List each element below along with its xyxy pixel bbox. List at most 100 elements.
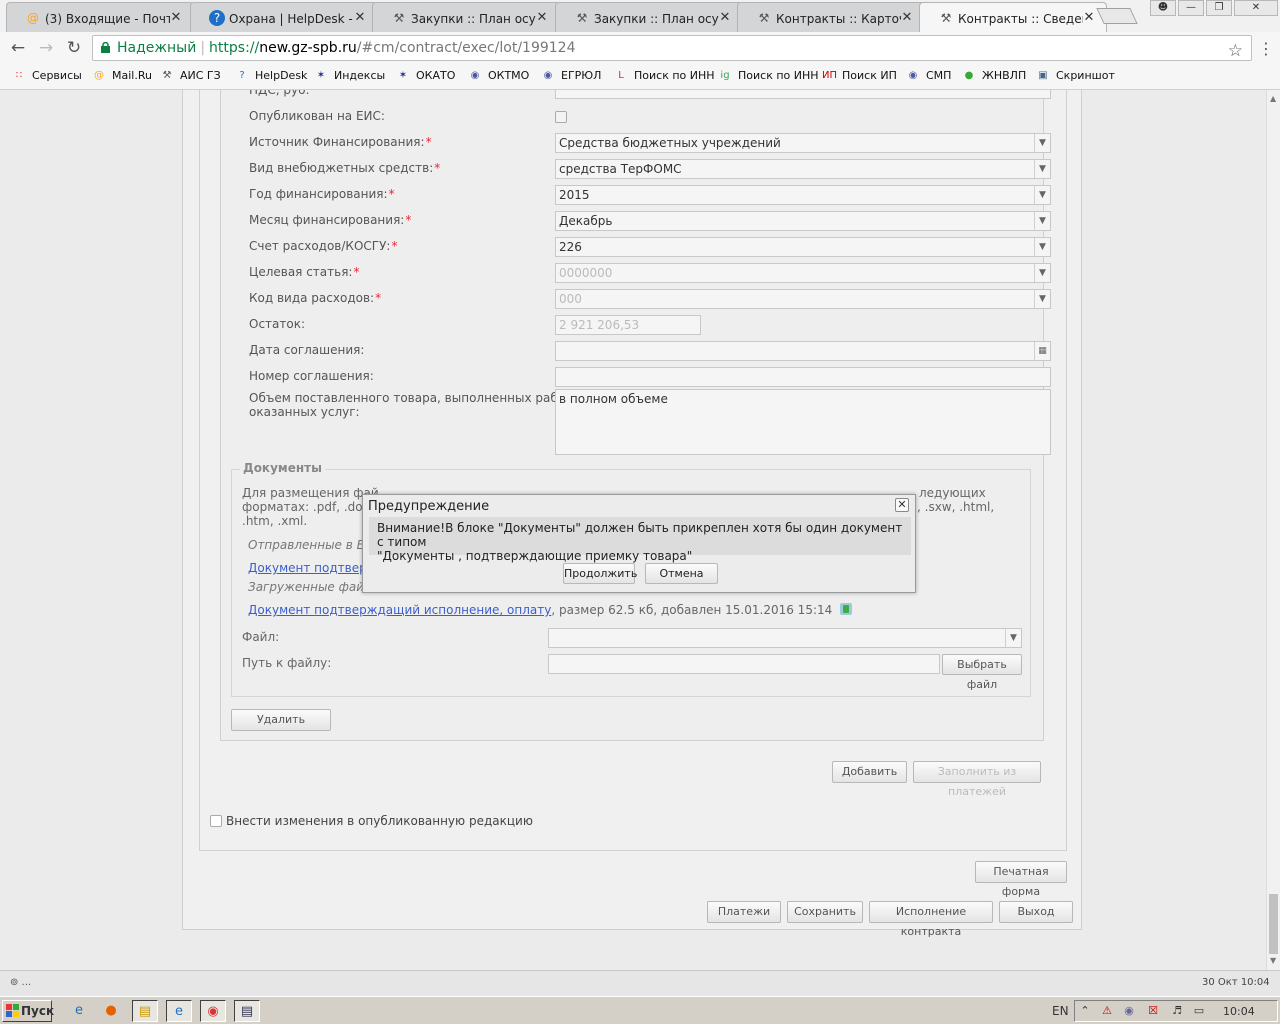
tab-close-icon[interactable]: ✕	[169, 11, 183, 25]
amend-checkbox[interactable]	[210, 815, 222, 827]
select-field[interactable]: 226 ▼	[555, 237, 1051, 257]
start-button[interactable]: Пуск	[2, 1000, 54, 1022]
browser-tab[interactable]: ⚒ Контракты :: Карточка контракта✕	[737, 2, 925, 32]
new-tab-button[interactable]	[1096, 8, 1138, 24]
bookmark-item[interactable]: ◉ ЕГРЮЛ	[541, 69, 602, 82]
tab-close-icon[interactable]: ✕	[353, 11, 367, 25]
bookmark-label: Индексы	[334, 69, 386, 82]
notepad-window-icon[interactable]: ▤	[234, 1000, 260, 1022]
date-field[interactable]: ▦	[555, 341, 1051, 361]
reload-icon[interactable]: ↻	[64, 38, 84, 58]
delete-button[interactable]: Удалить	[231, 709, 331, 731]
bookmark-item[interactable]: ✶ ОКАТО	[396, 69, 456, 82]
language-indicator[interactable]: EN	[1052, 1004, 1069, 1018]
print-form-button[interactable]: Печатная форма	[975, 861, 1067, 898]
calendar-icon[interactable]: ▦	[1034, 342, 1050, 360]
contract-execution-button[interactable]: Исполнение контракта	[869, 901, 993, 938]
bookmark-item[interactable]: L Поиск по ИНН	[614, 69, 714, 82]
uploaded-file-link[interactable]: Документ подтверждащий исполнение, оплат…	[248, 603, 551, 617]
igk-icon: ig	[720, 70, 730, 81]
taskbar-clock: 10:04	[1223, 1005, 1255, 1018]
bookmark-item[interactable]: @ Mail.Ru	[92, 69, 152, 82]
chevron-down-icon: ▼	[1034, 238, 1050, 256]
profile-icon[interactable]: ☻	[1150, 0, 1176, 16]
tab-close-icon[interactable]: ✕	[535, 11, 549, 25]
dialog-close-icon[interactable]: ✕	[895, 498, 909, 512]
scrollbar-thumb[interactable]	[1269, 894, 1278, 954]
field-value: Средства бюджетных учреждений	[559, 136, 781, 150]
browser-tab[interactable]: ⚒ Закупки :: План осуществления закупок✕	[372, 2, 560, 32]
bookmark-item[interactable]: ∷ Сервисы	[12, 69, 82, 82]
chrome-window-icon[interactable]: ◉	[200, 1000, 226, 1022]
sent-document-link[interactable]: Документ подтверж	[248, 561, 378, 575]
field-label: Вид внебюджетных средств:*	[249, 161, 440, 175]
ie-window-icon[interactable]: e	[166, 1000, 192, 1022]
documents-legend: Документы	[240, 461, 325, 475]
field-label-text: Опубликован на ЕИС:	[249, 109, 385, 123]
firefox-icon[interactable]: ●	[98, 1000, 124, 1022]
select-field[interactable]: Средства бюджетных учреждений ▼	[555, 133, 1051, 153]
bookmark-item[interactable]: ? HelpDesk	[235, 69, 307, 82]
file-type-select[interactable]: ▼	[548, 628, 1022, 648]
forward-arrow-icon[interactable]: →	[36, 38, 56, 58]
bookmark-item[interactable]: ✶ Индексы	[314, 69, 385, 82]
minimize-icon[interactable]: —	[1178, 0, 1204, 16]
back-arrow-icon[interactable]: ←	[8, 38, 28, 58]
tray-shield-icon[interactable]: ☒	[1145, 1004, 1161, 1017]
published-checkbox[interactable]	[555, 111, 567, 123]
volume-textarea[interactable]: в полном объеме	[555, 389, 1051, 455]
browser-tab[interactable]: ⚒ Контракты :: Сведения об исполнении✕	[919, 2, 1107, 33]
explorer-folder-icon[interactable]: ▤	[132, 1000, 158, 1022]
text-field[interactable]	[555, 90, 1051, 99]
exit-button[interactable]: Выход	[999, 901, 1073, 923]
fill-from-payments-button[interactable]: Заполнить из платежей	[913, 761, 1041, 798]
tray-expand-icon[interactable]: ⌃	[1077, 1004, 1093, 1017]
bookmark-item[interactable]: ▣ Скриншот	[1036, 69, 1115, 82]
display-icon[interactable]: ▭	[1191, 1004, 1207, 1017]
select-field: 000 ▼	[555, 289, 1051, 309]
tab-close-icon[interactable]: ✕	[900, 11, 914, 25]
browser-tab[interactable]: ? Охрана | HelpDesk - служба поддержки✕	[190, 2, 378, 32]
browser-menu-icon[interactable]: ⋮	[1258, 39, 1274, 58]
page-scrollbar[interactable]: ▲ ▼	[1266, 90, 1280, 970]
bookmark-star-icon[interactable]: ☆	[1228, 39, 1243, 63]
save-button[interactable]: Сохранить	[787, 901, 863, 923]
cancel-button[interactable]: Отмена	[645, 563, 718, 584]
volume-icon[interactable]: ♬	[1169, 1004, 1185, 1017]
scroll-up-icon[interactable]: ▲	[1270, 94, 1276, 103]
tab-title: (3) Входящие - Почта Mail.Ru	[45, 12, 170, 26]
file-path-input[interactable]	[548, 654, 940, 674]
browser-tab[interactable]: @ (3) Входящие - Почта Mail.Ru✕	[6, 2, 194, 32]
tab-close-icon[interactable]: ✕	[1082, 11, 1096, 25]
select-field[interactable]: Декабрь ▼	[555, 211, 1051, 231]
select-field[interactable]: средства ТерФОМС ▼	[555, 159, 1051, 179]
ie-icon[interactable]: e	[66, 1000, 92, 1022]
tab-close-icon[interactable]: ✕	[718, 11, 732, 25]
text-field[interactable]	[555, 367, 1051, 387]
recycle-delete-icon[interactable]	[840, 603, 853, 615]
payments-button[interactable]: Платежи	[707, 901, 781, 923]
choose-file-button[interactable]: Выбрать файл	[942, 654, 1022, 691]
select-field[interactable]: 2015 ▼	[555, 185, 1051, 205]
file-label: Файл:	[242, 630, 280, 644]
add-button[interactable]: Добавить	[832, 761, 907, 783]
scroll-down-icon[interactable]: ▼	[1270, 956, 1276, 965]
bookmark-item[interactable]: ИП Поиск ИП	[822, 69, 897, 82]
bookmark-item[interactable]: ◉ ОКТМО	[468, 69, 530, 82]
browser-tab[interactable]: ⚒ Закупки :: План осуществления закупок✕	[555, 2, 743, 32]
tray-app-icon[interactable]: ◉	[1121, 1004, 1137, 1017]
address-bar[interactable]: Надежный | https://new.gz-spb.ru/#cm/contr…	[92, 35, 1252, 61]
hammer-icon: ⚒	[576, 11, 588, 25]
bookmark-item[interactable]: ⚒ АИС ГЗ	[160, 69, 221, 82]
continue-button[interactable]: Продолжить	[563, 563, 637, 584]
network-warning-icon[interactable]: ⚠	[1099, 1004, 1115, 1017]
restore-icon[interactable]: ❐	[1206, 0, 1232, 16]
field-value: средства ТерФОМС	[559, 162, 682, 176]
field-label-text: Год финансирования:	[249, 187, 388, 201]
close-window-icon[interactable]: ✕	[1234, 0, 1278, 16]
bookmark-item[interactable]: ● ЖНВЛП	[962, 69, 1027, 82]
field-value: 2015	[559, 188, 590, 202]
tab-title: Охрана | HelpDesk - служба поддержки	[229, 12, 354, 26]
bookmark-item[interactable]: ◉ СМП	[906, 69, 952, 82]
bookmark-item[interactable]: ig Поиск по ИНН	[718, 69, 818, 82]
